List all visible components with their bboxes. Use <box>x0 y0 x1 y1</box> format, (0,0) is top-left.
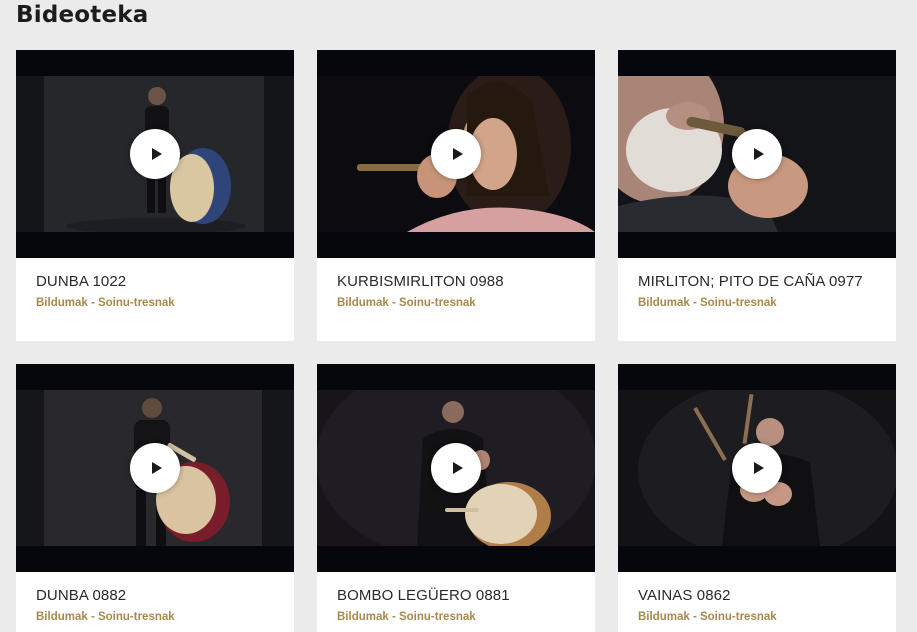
video-title[interactable]: KURBISMIRLITON 0988 <box>337 273 575 290</box>
video-thumbnail[interactable] <box>16 50 294 258</box>
play-icon <box>152 462 162 474</box>
video-title[interactable]: DUNBA 1022 <box>36 273 274 290</box>
page-title: Bideoteka <box>16 2 149 28</box>
play-icon <box>453 462 463 474</box>
video-category-link[interactable]: Bildumak - Soinu-tresnak <box>36 611 274 623</box>
play-button[interactable] <box>130 129 180 179</box>
play-icon <box>453 148 463 160</box>
video-title[interactable]: DUNBA 0882 <box>36 587 274 604</box>
video-thumbnail[interactable] <box>618 364 896 572</box>
video-thumbnail[interactable] <box>317 364 595 572</box>
page: Bideoteka DUNBA 1022 Bildumak - Soinu-tr… <box>0 0 917 632</box>
video-grid: DUNBA 1022 Bildumak - Soinu-tresnak KURB… <box>16 50 901 632</box>
video-title[interactable]: MIRLITON; PITO DE CAÑA 0977 <box>638 273 876 290</box>
video-card[interactable]: DUNBA 1022 Bildumak - Soinu-tresnak <box>16 50 294 341</box>
play-button[interactable] <box>431 129 481 179</box>
play-button[interactable] <box>130 443 180 493</box>
video-card[interactable]: MIRLITON; PITO DE CAÑA 0977 Bildumak - S… <box>618 50 896 341</box>
video-thumbnail[interactable] <box>317 50 595 258</box>
video-category-link[interactable]: Bildumak - Soinu-tresnak <box>337 297 575 309</box>
play-button[interactable] <box>431 443 481 493</box>
video-title[interactable]: BOMBO LEGÜERO 0881 <box>337 587 575 604</box>
play-icon <box>754 148 764 160</box>
play-icon <box>152 148 162 160</box>
video-category-link[interactable]: Bildumak - Soinu-tresnak <box>638 611 876 623</box>
video-title[interactable]: VAINAS 0862 <box>638 587 876 604</box>
video-category-link[interactable]: Bildumak - Soinu-tresnak <box>638 297 876 309</box>
video-card[interactable]: KURBISMIRLITON 0988 Bildumak - Soinu-tre… <box>317 50 595 341</box>
video-thumbnail[interactable] <box>618 50 896 258</box>
video-card[interactable]: BOMBO LEGÜERO 0881 Bildumak - Soinu-tres… <box>317 364 595 632</box>
video-card[interactable]: VAINAS 0862 Bildumak - Soinu-tresnak <box>618 364 896 632</box>
play-icon <box>754 462 764 474</box>
video-category-link[interactable]: Bildumak - Soinu-tresnak <box>337 611 575 623</box>
play-button[interactable] <box>732 443 782 493</box>
video-thumbnail[interactable] <box>16 364 294 572</box>
video-card[interactable]: DUNBA 0882 Bildumak - Soinu-tresnak <box>16 364 294 632</box>
play-button[interactable] <box>732 129 782 179</box>
video-category-link[interactable]: Bildumak - Soinu-tresnak <box>36 297 274 309</box>
